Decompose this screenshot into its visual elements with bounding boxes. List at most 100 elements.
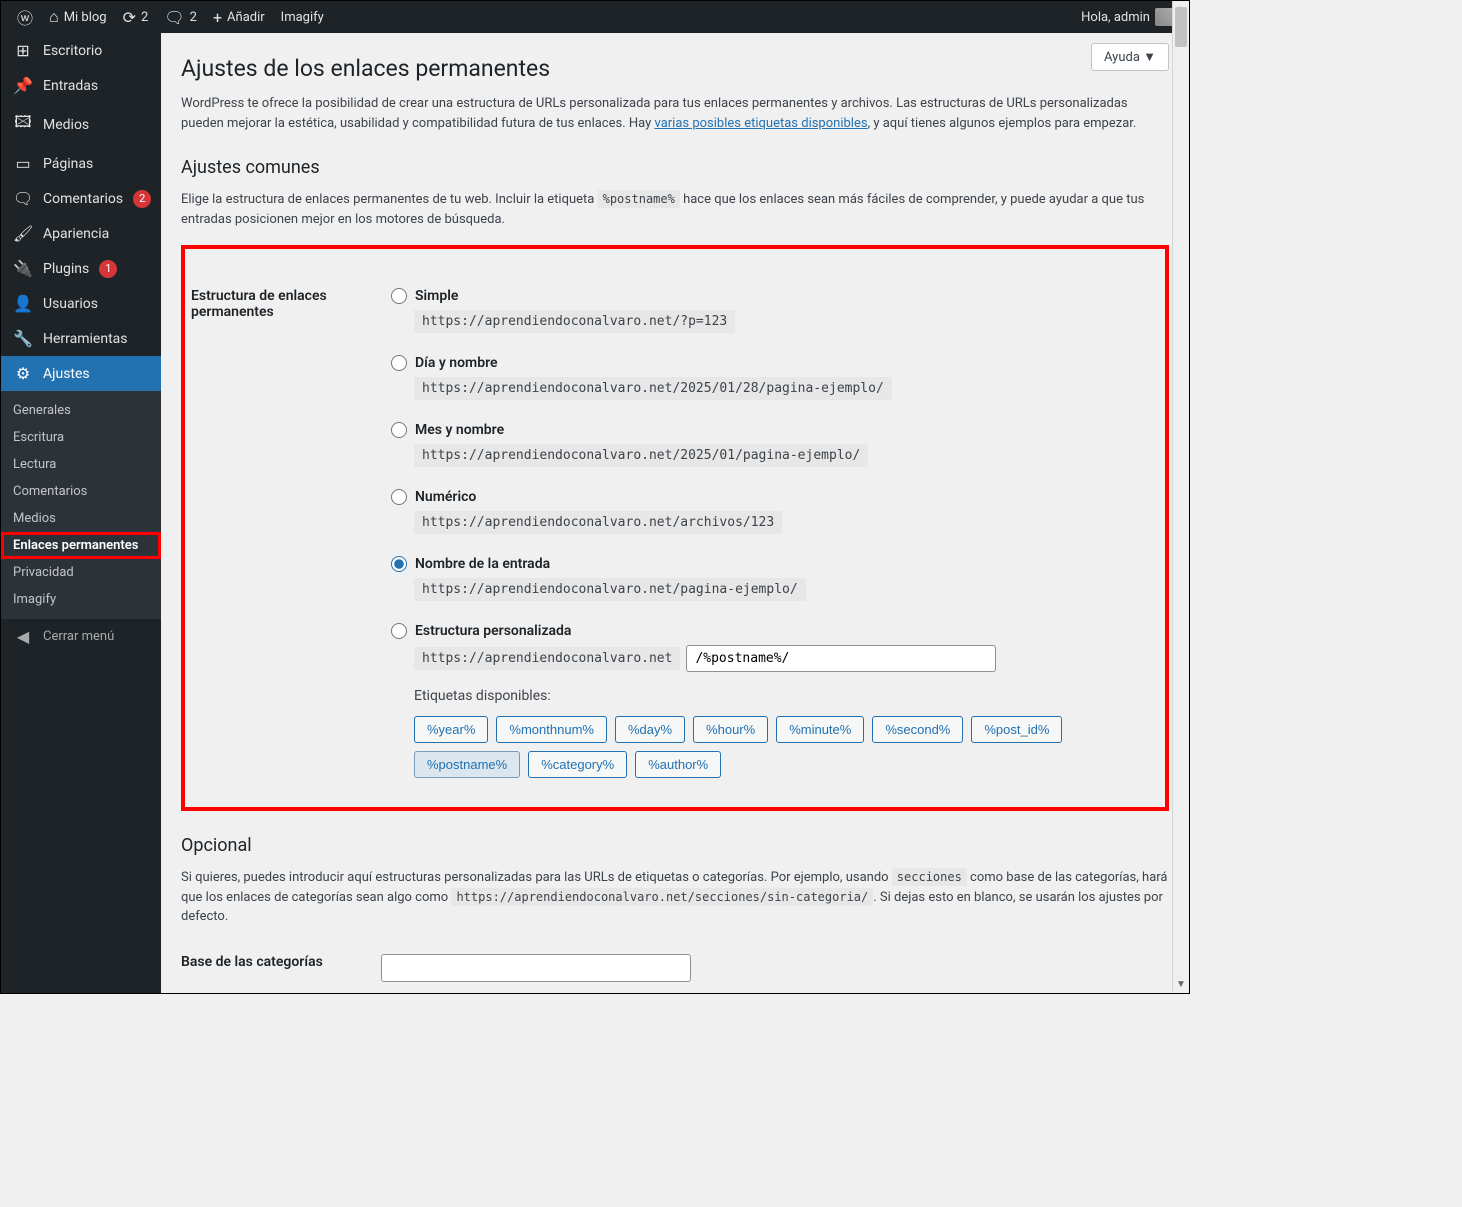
menu-dashboard[interactable]: ⊞Escritorio	[1, 33, 161, 68]
submenu-imagify[interactable]: Imagify	[1, 586, 161, 613]
option-numeric: Numérico https://aprendiendoconalvaro.ne…	[391, 489, 1159, 534]
radio-monthname[interactable]	[391, 422, 407, 438]
brush-icon: 🖌	[13, 224, 33, 243]
tag-post_id[interactable]: %post_id%	[971, 716, 1062, 743]
option-postname: Nombre de la entrada https://aprendiendo…	[391, 556, 1159, 601]
dashboard-icon: ⊞	[13, 41, 33, 60]
sliders-icon: ⚙	[13, 364, 33, 383]
menu-settings[interactable]: ⚙Ajustes	[1, 356, 161, 391]
cat-base-label: Base de las categorías	[181, 954, 381, 982]
code-example-url: https://aprendiendoconalvaro.net/seccion…	[451, 888, 873, 906]
submenu-discussion[interactable]: Comentarios	[1, 478, 161, 505]
submenu-reading[interactable]: Lectura	[1, 451, 161, 478]
menu-media[interactable]: 🖾Medios	[1, 103, 161, 146]
plugins-badge: 1	[99, 260, 117, 278]
submenu-writing[interactable]: Escritura	[1, 424, 161, 451]
tag-day[interactable]: %day%	[615, 716, 685, 743]
radio-numeric[interactable]	[391, 489, 407, 505]
url-postname: https://aprendiendoconalvaro.net/pagina-…	[414, 578, 806, 601]
tag-hour[interactable]: %hour%	[693, 716, 768, 743]
menu-comments[interactable]: 🗨Comentarios2	[1, 181, 161, 216]
tag-monthnum[interactable]: %monthnum%	[496, 716, 607, 743]
url-dayname: https://aprendiendoconalvaro.net/2025/01…	[414, 377, 892, 400]
postname-code: %postname%	[598, 190, 680, 208]
tag-second[interactable]: %second%	[872, 716, 963, 743]
radio-postname[interactable]	[391, 556, 407, 572]
avatar-icon	[1155, 8, 1173, 26]
pin-icon: 📌	[13, 76, 33, 95]
radio-dayname[interactable]	[391, 355, 407, 371]
menu-plugins[interactable]: 🔌Plugins1	[1, 251, 161, 286]
wrench-icon: 🔧	[13, 329, 33, 348]
radio-custom[interactable]	[391, 623, 407, 639]
comments-link[interactable]: 🗨2	[156, 1, 205, 33]
scroll-thumb[interactable]	[1175, 7, 1187, 47]
option-custom: Estructura personalizada https://aprendi…	[391, 623, 1159, 778]
menu-posts[interactable]: 📌Entradas	[1, 68, 161, 103]
menu-pages[interactable]: ▭Páginas	[1, 146, 161, 181]
updates-count: 2	[141, 10, 148, 25]
option-dayname: Día y nombre https://aprendiendoconalvar…	[391, 355, 1159, 400]
refresh-icon: ⟳	[123, 8, 136, 27]
wp-logo[interactable]: ⓦ	[9, 1, 41, 33]
custom-base: https://aprendiendoconalvaro.net	[414, 647, 680, 670]
add-new-link[interactable]: +Añadir	[205, 1, 273, 33]
menu-tools[interactable]: 🔧Herramientas	[1, 321, 161, 356]
url-simple: https://aprendiendoconalvaro.net/?p=123	[414, 310, 735, 333]
submenu-permalinks[interactable]: Enlaces permanentes	[1, 532, 161, 559]
structure-label: Estructura de enlaces permanentes	[191, 288, 391, 778]
tag-author[interactable]: %author%	[635, 751, 721, 778]
admin-sidebar: ⊞Escritorio 📌Entradas 🖾Medios ▭Páginas 🗨…	[1, 33, 161, 993]
comment-icon: 🗨	[164, 8, 184, 27]
option-simple: Simple https://aprendiendoconalvaro.net/…	[391, 288, 1159, 333]
optional-heading: Opcional	[181, 835, 1169, 856]
imagify-link[interactable]: Imagify	[273, 1, 332, 33]
comments-badge: 2	[133, 190, 151, 208]
page-title: Ajustes de los enlaces permanentes	[181, 55, 1169, 82]
tag-minute[interactable]: %minute%	[776, 716, 864, 743]
site-name: Mi blog	[64, 10, 107, 25]
home-icon: ⌂	[49, 7, 59, 27]
option-monthname: Mes y nombre https://aprendiendoconalvar…	[391, 422, 1159, 467]
page-icon: ▭	[13, 154, 33, 173]
menu-users[interactable]: 👤Usuarios	[1, 286, 161, 321]
tag-postname[interactable]: %postname%	[414, 751, 520, 778]
tag-year[interactable]: %year%	[414, 716, 488, 743]
settings-submenu: Generales Escritura Lectura Comentarios …	[1, 391, 161, 619]
submenu-media[interactable]: Medios	[1, 505, 161, 532]
common-desc: Elige la estructura de enlaces permanent…	[181, 190, 1169, 229]
imagify-label: Imagify	[281, 10, 324, 25]
url-numeric: https://aprendiendoconalvaro.net/archivo…	[414, 511, 782, 534]
common-heading: Ajustes comunes	[181, 157, 1169, 178]
tag-category[interactable]: %category%	[528, 751, 627, 778]
media-icon: 🖾	[13, 111, 33, 138]
admin-topbar: ⓦ ⌂Mi blog ⟳2 🗨2 +Añadir Imagify Hola, a…	[1, 1, 1189, 33]
account-menu[interactable]: Hola, admin	[1073, 1, 1181, 33]
intro-text: WordPress te ofrece la posibilidad de cr…	[181, 94, 1169, 133]
tags-docs-link[interactable]: varias posibles etiquetas disponibles	[655, 116, 868, 131]
custom-input[interactable]	[686, 645, 996, 672]
tags-container: %year% %monthnum% %day% %hour% %minute% %seco…	[414, 716, 1159, 778]
vertical-scrollbar[interactable]: ▲ ▼	[1172, 1, 1189, 993]
tags-label: Etiquetas disponibles:	[414, 688, 1159, 704]
submenu-general[interactable]: Generales	[1, 397, 161, 424]
help-tab[interactable]: Ayuda ▼	[1091, 43, 1169, 71]
submenu-privacy[interactable]: Privacidad	[1, 559, 161, 586]
scroll-down-icon[interactable]: ▼	[1173, 976, 1189, 993]
content-area: Ayuda ▼ Ajustes de los enlaces permanent…	[161, 33, 1189, 993]
user-icon: 👤	[13, 294, 33, 313]
greeting: Hola, admin	[1081, 10, 1150, 25]
code-secciones: secciones	[892, 868, 967, 886]
site-name-link[interactable]: ⌂ Mi blog	[41, 1, 115, 33]
updates-link[interactable]: ⟳2	[115, 1, 157, 33]
cat-base-input[interactable]	[381, 954, 691, 982]
collapse-menu[interactable]: ◀Cerrar menú	[1, 619, 161, 654]
menu-appearance[interactable]: 🖌Apariencia	[1, 216, 161, 251]
url-monthname: https://aprendiendoconalvaro.net/2025/01…	[414, 444, 868, 467]
radio-simple[interactable]	[391, 288, 407, 304]
highlighted-structure-box: Estructura de enlaces permanentes Simple…	[181, 245, 1169, 811]
plus-icon: +	[213, 8, 222, 27]
comments-count: 2	[190, 10, 197, 25]
wordpress-icon: ⓦ	[17, 5, 33, 29]
plugin-icon: 🔌	[13, 259, 33, 278]
